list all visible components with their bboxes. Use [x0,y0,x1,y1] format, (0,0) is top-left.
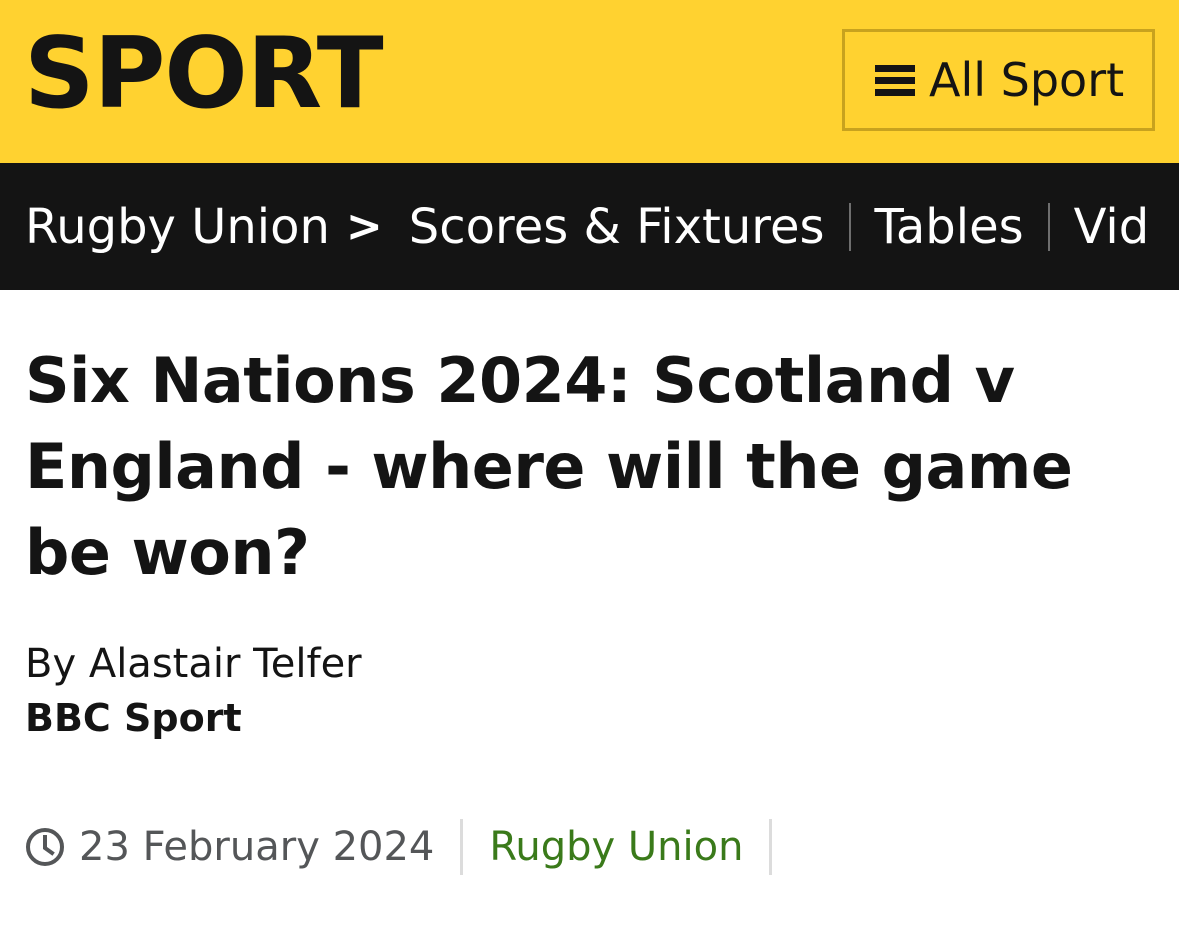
section-nav: Rugby Union > Scores & Fixtures Tables V… [0,163,1179,290]
byline-author: By Alastair Telfer [25,641,362,687]
nav-item-scores-fixtures[interactable]: Scores & Fixtures [409,197,825,257]
all-sport-label: All Sport [929,53,1125,107]
meta-divider [769,819,773,875]
byline-organisation: BBC Sport [25,696,242,740]
clock-icon [26,828,64,866]
published-date: 23 February 2024 [79,824,435,870]
masthead: SPORT All Sport [0,0,1179,163]
article-meta: 23 February 2024 Rugby Union [25,818,798,876]
byline: By Alastair Telfer BBC Sport [25,636,362,744]
nav-divider [1047,202,1050,251]
hamburger-menu-icon [875,63,915,97]
chevron-right-icon: > [345,200,383,252]
nav-divider [848,202,851,251]
nav-item-tables[interactable]: Tables [875,197,1024,257]
nav-section-rugby-union[interactable]: Rugby Union [25,197,330,257]
topic-link[interactable]: Rugby Union [489,821,743,873]
meta-divider [460,819,464,875]
nav-item-video[interactable]: Vid [1074,197,1150,257]
all-sport-button[interactable]: All Sport [842,29,1155,131]
article-headline: Six Nations 2024: Scotland v England - w… [25,344,1073,589]
section-nav-items: Rugby Union > Scores & Fixtures Tables V… [25,163,1149,290]
sport-logo[interactable]: SPORT [24,22,384,126]
